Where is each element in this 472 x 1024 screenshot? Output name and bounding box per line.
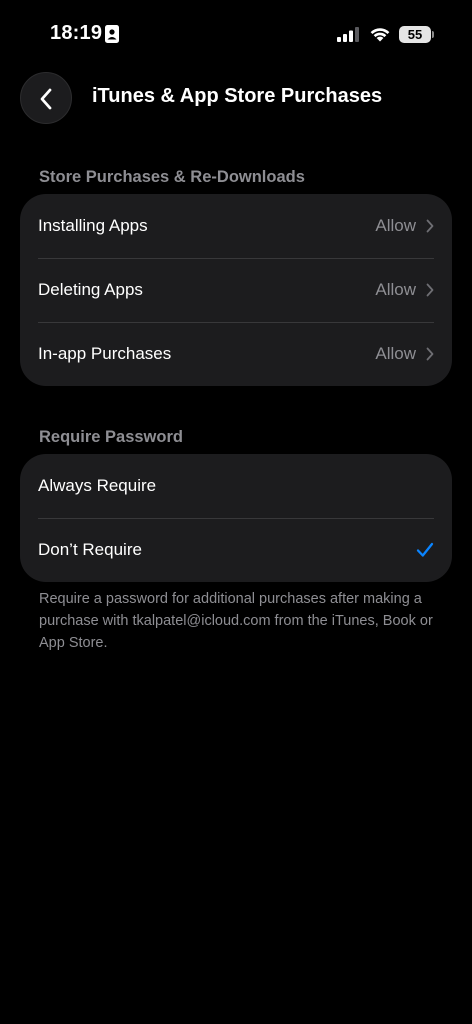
password-section-header: Require Password bbox=[39, 428, 183, 446]
checkmark-icon bbox=[416, 542, 434, 557]
status-bar: 18:19 55 bbox=[0, 0, 472, 70]
password-footer-note: Require a password for additional purcha… bbox=[39, 591, 433, 651]
back-button[interactable] bbox=[20, 72, 72, 124]
in-app-purchases-row[interactable]: In-app Purchases Allow bbox=[20, 322, 452, 386]
always-require-option[interactable]: Always Require bbox=[20, 454, 452, 518]
row-value: Allow bbox=[375, 344, 416, 363]
dont-require-option[interactable]: Don’t Require bbox=[20, 518, 452, 582]
row-label: Installing Apps bbox=[38, 216, 148, 235]
battery-indicator: 55 bbox=[399, 26, 431, 43]
option-label: Always Require bbox=[38, 476, 157, 495]
row-label: In-app Purchases bbox=[38, 344, 172, 363]
password-options-group: Always Require Don’t Require bbox=[20, 454, 452, 582]
store-section-header: Store Purchases & Re-Downloads bbox=[39, 168, 305, 186]
cellular-signal-icon bbox=[337, 27, 359, 42]
row-label: Deleting Apps bbox=[38, 280, 143, 299]
row-value: Allow bbox=[375, 280, 416, 299]
deleting-apps-row[interactable]: Deleting Apps Allow bbox=[20, 258, 452, 322]
status-time: 18:19 bbox=[50, 22, 103, 44]
store-settings-group: Installing Apps Allow Deleting Apps Allo… bbox=[20, 194, 452, 386]
installing-apps-row[interactable]: Installing Apps Allow bbox=[20, 194, 452, 258]
contact-card-icon bbox=[105, 25, 119, 43]
chevron-right-icon bbox=[426, 219, 434, 233]
row-value: Allow bbox=[375, 216, 416, 235]
option-label: Don’t Require bbox=[38, 540, 142, 559]
chevron-right-icon bbox=[426, 347, 434, 361]
chevron-right-icon bbox=[426, 283, 434, 297]
battery-tip bbox=[432, 31, 434, 38]
wifi-icon bbox=[370, 28, 390, 42]
chevron-left-icon bbox=[40, 88, 52, 110]
page-title: iTunes & App Store Purchases bbox=[92, 85, 383, 107]
